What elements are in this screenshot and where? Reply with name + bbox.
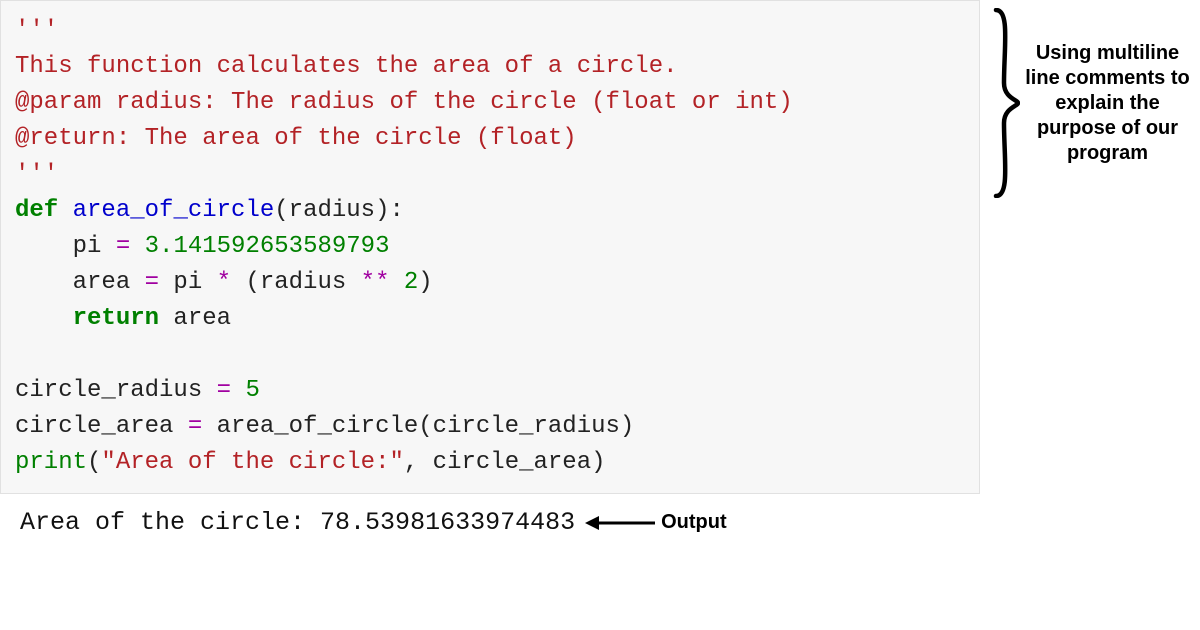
docstring-line1: This function calculates the area of a c… [15,53,678,80]
close-paren: ) [418,269,432,296]
curly-brace-icon [990,8,1020,198]
circle-radius-pre: circle_radius [15,377,217,404]
print-rest: , circle_area) [404,449,606,476]
space5 [231,377,245,404]
param-name: radius [289,197,375,224]
docstring-close: ''' [15,161,58,188]
print-string: "Area of the circle:" [101,449,403,476]
return-rest: area [159,305,231,332]
equals-2: = [145,269,159,296]
circle-area-rest: area_of_circle(circle_radius) [202,413,634,440]
equals-4: = [188,413,202,440]
pi-assign-pre: pi [15,233,116,260]
docstring-line3: @return: The area of the circle (float) [15,125,577,152]
pi-value: 3.141592653589793 [130,233,389,260]
function-name: area_of_circle [73,197,275,224]
print-name: print [15,449,87,476]
print-open: ( [87,449,101,476]
area-mid1: pi [159,269,217,296]
annotation-right-text: Using multiline line comments to explain… [1020,41,1195,166]
paren-close-colon: ): [375,197,404,224]
space3 [389,269,403,296]
output-line: Area of the circle: 78.53981633974483 Ou… [0,494,1200,537]
return-indent [15,305,73,332]
output-text: Area of the circle: 78.53981633974483 [20,508,575,537]
area-mid2: (radius [231,269,361,296]
five-literal: 5 [245,377,259,404]
area-assign-pre: area [15,269,145,296]
circle-area-pre: circle_area [15,413,188,440]
code-block: ''' This function calculates the area of… [0,0,980,494]
output-label: Output [661,511,727,534]
star-op: * [217,269,231,296]
annotation-right: Using multiline line comments to explain… [990,8,1200,198]
docstring-open: ''' [15,17,58,44]
equals-3: = [217,377,231,404]
arrow-left-icon [585,512,655,534]
paren-open: ( [274,197,288,224]
docstring-line2: @param radius: The radius of the circle … [15,89,793,116]
pow-op: ** [361,269,390,296]
equals-1: = [116,233,130,260]
def-keyword: def [15,197,58,224]
two-literal: 2 [404,269,418,296]
return-keyword: return [73,305,159,332]
